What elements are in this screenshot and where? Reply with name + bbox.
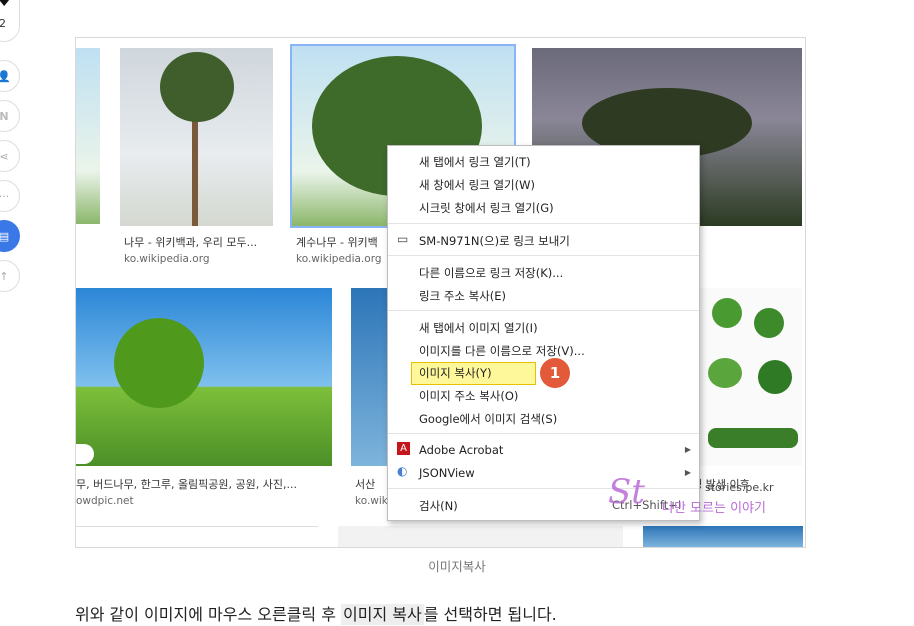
menu-inspect[interactable]: 검사(N) [419,498,458,514]
like-count: 2 [0,17,6,30]
menu-open-image-new-tab[interactable]: 새 탭에서 이미지 열기(I) [419,320,538,336]
result-image-tree-set[interactable] [698,288,802,466]
watermark-site: stories.pe.kr [705,481,774,494]
menu-separator [388,255,699,256]
print-icon[interactable]: ▤ [0,220,20,252]
menu-save-image-as[interactable]: 이미지를 다른 이름으로 저장(V)... [419,343,585,359]
result-source: owdpic.net [76,495,134,507]
watermark-tagline: 나만 모르는 이야기 [662,501,766,516]
submenu-arrow-icon: ▶ [684,445,691,454]
device-icon: ▭ [397,232,409,246]
menu-open-link-new-window[interactable]: 새 창에서 링크 열기(W) [419,177,535,193]
watermark-logo: St [608,472,645,512]
figure-caption: 이미지복사 [428,559,486,574]
result-image-willow[interactable] [76,288,332,466]
menu-open-link-incognito[interactable]: 시크릿 창에서 링크 열기(G) [419,200,554,216]
result-caption[interactable]: 무, 버드나무, 한그루, 올림픽공원, 공원, 사진,... [76,476,297,492]
menu-save-link-as[interactable]: 다른 이름으로 링크 저장(K)... [419,265,563,281]
menu-search-image-google[interactable]: Google에서 이미지 검색(S) [419,411,557,427]
result-image-partial[interactable] [643,526,803,547]
screenshot-figure: 나무 - 위키백과, 우리 모두... ko.wikipedia.org 계수나… [75,37,806,548]
menu-copy-image-address[interactable]: 이미지 주소 복사(O) [419,388,518,404]
jsonview-icon: ◐ [397,464,408,478]
menu-adobe-acrobat[interactable]: Adobe Acrobat [419,443,503,457]
menu-separator [388,310,699,311]
up-icon[interactable]: ↑ [0,260,20,292]
like-button[interactable]: ♥ 2 [0,0,20,42]
body-text-before: 위와 같이 이미지에 마우스 오른클릭 후 [75,605,342,624]
user-icon[interactable]: 👤 [0,60,20,92]
body-highlight: 이미지 복사 [341,604,424,625]
result-caption[interactable]: 나무 - 위키백과, 우리 모두... [124,234,257,250]
menu-send-link-to-device[interactable]: SM-N971N(으)로 링크 보내기 [419,233,570,249]
result-source: ko.wik [355,495,388,507]
more-icon[interactable]: ··· [0,180,20,212]
result-image-pine[interactable] [120,48,273,226]
result-image-partial[interactable] [351,288,391,466]
result-source: ko.wikipedia.org [124,253,210,265]
acrobat-icon: A [397,442,410,455]
menu-copy-image[interactable]: 이미지 복사(Y) [419,365,492,381]
result-image-partial[interactable] [338,526,623,547]
result-source: ko.wikipedia.org [296,253,382,265]
result-image-partial[interactable] [76,48,100,224]
result-caption[interactable]: 서산 [355,476,375,492]
body-paragraph: 위와 같이 이미지에 마우스 오른클릭 후 이미지 복사 를 선택하면 됩니다. [75,601,557,625]
menu-open-link-new-tab[interactable]: 새 탭에서 링크 열기(T) [419,154,531,170]
menu-separator [388,433,699,434]
body-text-after: 를 선택하면 됩니다. [423,605,557,624]
submenu-arrow-icon: ▶ [684,468,691,477]
heart-icon: ♥ [0,0,12,10]
context-menu: 새 탭에서 링크 열기(T) 새 창에서 링크 열기(W) 시크릿 창에서 링크… [387,145,700,521]
menu-separator [388,488,699,489]
result-image-partial[interactable] [76,526,318,547]
menu-jsonview[interactable]: JSONView [419,466,475,480]
menu-separator [388,223,699,224]
menu-copy-link-address[interactable]: 링크 주소 복사(E) [419,288,506,304]
result-caption[interactable]: 계수나무 - 위키백 [296,234,378,250]
step-badge: 1 [540,358,570,388]
n-icon[interactable]: N [0,100,20,132]
share-icon[interactable]: ⋖ [0,140,20,172]
